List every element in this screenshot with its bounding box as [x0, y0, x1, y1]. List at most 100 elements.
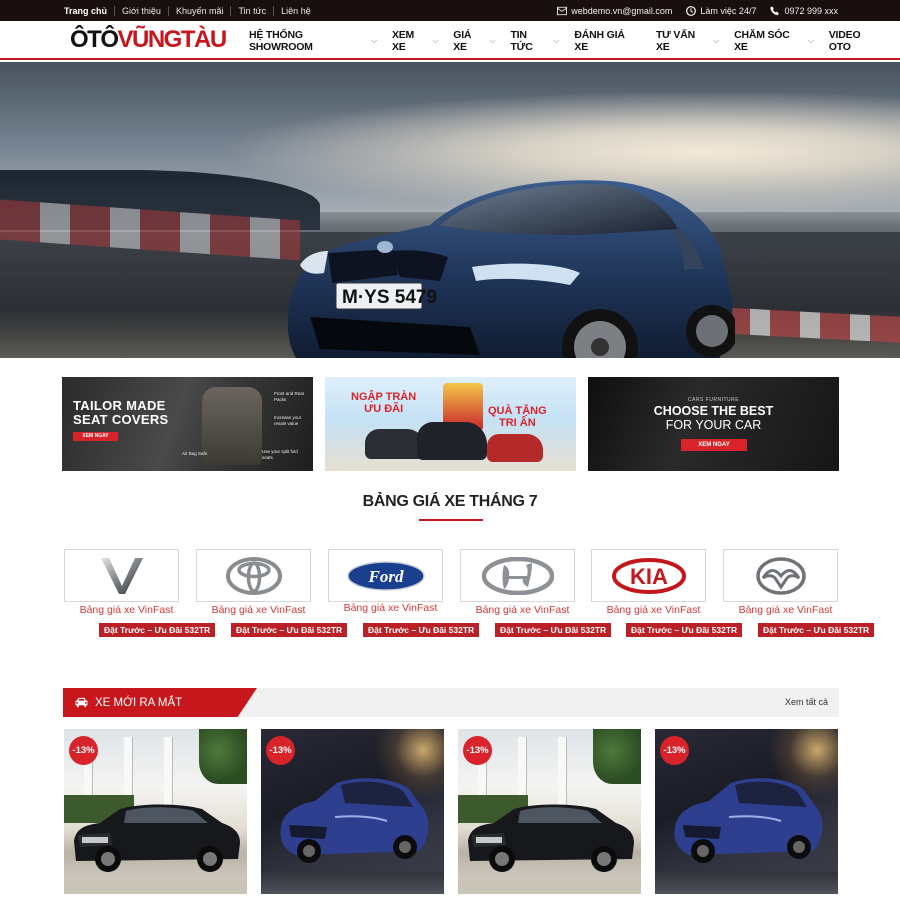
top-link-promo[interactable]: Khuyến mãi — [167, 5, 231, 16]
nav-news[interactable]: TIN TỨC ⌵ — [510, 29, 559, 53]
top-link-contact[interactable]: Liên hệ — [273, 5, 318, 16]
mazda-logo — [755, 556, 806, 595]
car-card-3[interactable]: -13% — [458, 729, 641, 894]
nav-care[interactable]: CHĂM SÓC XE ⌵ — [734, 29, 814, 53]
kia-logo: KIA — [611, 557, 686, 594]
nav-reviews-label: ĐÁNH GIÁ XE — [574, 28, 625, 53]
brand-tag[interactable]: Đặt Trước – Ưu Đãi 532TR — [758, 623, 875, 637]
chevron-down-icon: ⌵ — [713, 35, 720, 45]
car-card-2[interactable]: -13% — [261, 729, 444, 894]
brand-logo-box[interactable]: Ford — [328, 549, 443, 602]
discount-badge: -13% — [660, 736, 689, 765]
tree — [593, 729, 641, 784]
price-section-title: BẢNG GIÁ XE THÁNG 7 — [362, 493, 538, 510]
brand-card-ford[interactable]: Ford Bảng giá xe VinFast Đặt Trước – Ưu … — [328, 549, 480, 637]
top-link-news[interactable]: Tin tức — [230, 5, 273, 16]
nav-showroom-label: HỆ THỐNG SHOWROOM — [249, 28, 313, 53]
brand-tag[interactable]: Đặt Trước – Ưu Đãi 532TR — [626, 623, 743, 637]
nav-advice[interactable]: TƯ VẤN XE ⌵ — [656, 29, 719, 53]
toyota-logo — [225, 556, 282, 595]
logo-part1: ÔTÔ — [70, 26, 119, 53]
brand-card-hyundai[interactable]: Bảng giá xe VinFast Đặt Trước – Ưu Đãi 5… — [460, 549, 612, 637]
top-link-home[interactable]: Trang chủ — [57, 6, 114, 16]
hero-car-image: M·YS 5479 — [287, 180, 735, 358]
banner-seat-covers[interactable]: TAILOR MADE SEAT COVERS XEM NGAY Front a… — [62, 377, 313, 471]
site-logo[interactable]: ÔTÔVŨNGTÀU — [70, 26, 228, 53]
hero-slider[interactable]: M·YS 5479 — [0, 62, 900, 358]
chevron-down-icon: ⌵ — [807, 35, 814, 45]
hyundai-logo — [481, 556, 554, 595]
nav-reviews[interactable]: ĐÁNH GIÁ XE — [574, 29, 641, 53]
top-bar: Trang chủ Giới thiệu Khuyến mãi Tin tức … — [0, 0, 900, 21]
ford-logo-text: Ford — [367, 567, 403, 586]
banner2-line4: TRI ÂN — [499, 417, 536, 429]
banner2-car-2 — [417, 422, 487, 460]
nav-advice-label: TƯ VẤN XE — [655, 28, 695, 53]
nav-prices[interactable]: GIÁ XE ⌵ — [453, 29, 495, 53]
brand-logo-box[interactable] — [723, 549, 838, 602]
main-nav: HỆ THỐNG SHOWROOM ⌵ XEM XE ⌵ GIÁ XE ⌵ TIN T… — [249, 21, 900, 60]
brand-label[interactable]: Bảng giá xe VinFast — [723, 604, 848, 616]
banner1-line1: TAILOR MADE — [73, 398, 166, 413]
nav-showroom[interactable]: HỆ THỐNG SHOWROOM ⌵ — [249, 29, 377, 53]
new-cars-title-text: XE MỚI RA MẮT — [95, 696, 183, 709]
banner1-button[interactable]: XEM NGAY — [73, 432, 118, 441]
discount-badge: -13% — [463, 736, 492, 765]
banner2-line1: NGẬP TRÀN — [351, 391, 417, 403]
banner3-small: CARS FURNITURE — [687, 397, 740, 403]
brand-card-kia[interactable]: KIA Bảng giá xe VinFast Đặt Trước – Ưu Đ… — [591, 549, 743, 637]
car-card-1[interactable]: -13% — [64, 729, 247, 894]
brand-card-mazda[interactable]: Bảng giá xe VinFast Đặt Trước – Ưu Đãi 5… — [723, 549, 875, 637]
car-card-4[interactable]: -13% — [655, 729, 838, 894]
brand-card-toyota[interactable]: Bảng giá xe VinFast Đặt Trước – Ưu Đãi 5… — [196, 549, 348, 637]
banner1-title: TAILOR MADE SEAT COVERS — [73, 399, 169, 427]
blue-sedan-image — [674, 778, 823, 863]
brand-tag[interactable]: Đặt Trước – Ưu Đãi 532TR — [99, 623, 216, 637]
brand-card-vinfast[interactable]: Bảng giá xe VinFast Đặt Trước – Ưu Đãi 5… — [64, 549, 216, 637]
chevron-down-icon: ⌵ — [432, 35, 439, 45]
see-all-link[interactable]: Xem tất cả — [785, 697, 828, 707]
nav-news-label: TIN TỨC — [510, 28, 533, 53]
banner3-line2: FOR YOUR CAR — [665, 418, 762, 432]
discount-badge: -13% — [69, 736, 98, 765]
brand-tag[interactable]: Đặt Trước – Ưu Đãi 532TR — [231, 623, 348, 637]
brand-label[interactable]: Bảng giá xe VinFast — [64, 604, 189, 616]
title-underline — [419, 519, 483, 521]
kia-logo-text: KIA — [630, 564, 668, 589]
banner2-line3: QUÀ TẶNG — [488, 405, 547, 417]
banner-car-furniture[interactable]: CARS FURNITURE CHOOSE THE BEST FOR YOUR … — [588, 377, 839, 471]
brand-logo-box[interactable] — [64, 549, 179, 602]
brand-tag[interactable]: Đặt Trước – Ưu Đãi 532TR — [495, 623, 612, 637]
brand-label[interactable]: Bảng giá xe VinFast — [591, 604, 716, 616]
blue-sedan-image — [280, 778, 429, 863]
brand-label[interactable]: Bảng giá xe VinFast — [460, 604, 585, 616]
top-link-about[interactable]: Giới thiệu — [114, 5, 168, 16]
banner3-line1: CHOOSE THE BEST — [653, 404, 774, 418]
hours-info: Làm việc 24/7 — [686, 6, 756, 16]
brand-label[interactable]: Bảng giá xe VinFast — [196, 604, 321, 616]
brand-tag[interactable]: Đặt Trước – Ưu Đãi 532TR — [363, 623, 480, 637]
nav-view-cars-label: XEM XE — [391, 28, 415, 53]
nav-view-cars[interactable]: XEM XE ⌵ — [392, 29, 438, 53]
banner-promotions[interactable]: NGẬP TRÀN ƯU ĐÃI QUÀ TẶNG TRI ÂN — [325, 377, 576, 471]
chevron-down-icon: ⌵ — [489, 35, 496, 45]
ground — [458, 880, 641, 894]
header: ÔTÔVŨNGTÀU HỆ THỐNG SHOWROOM ⌵ XEM XE ⌵ GI… — [0, 21, 900, 60]
brand-label[interactable]: Bảng giá xe VinFast — [328, 602, 453, 614]
email-info[interactable]: webdemo.vn@gmail.com — [557, 6, 672, 16]
tree — [199, 729, 247, 784]
brand-logo-box[interactable]: KIA — [591, 549, 706, 602]
hero-plate-text: M·YS 5479 — [342, 287, 437, 308]
phone-info[interactable]: 0972 999 xxx — [770, 6, 838, 16]
logo-part2: VŨNGTÀU — [117, 26, 228, 53]
banner3-button[interactable]: XEM NGAY — [681, 439, 747, 451]
chevron-down-icon: ⌵ — [553, 35, 560, 45]
brand-logo-box[interactable] — [460, 549, 575, 602]
nav-video[interactable]: VIDEO OTO — [829, 29, 885, 53]
brand-logo-box[interactable] — [196, 549, 311, 602]
black-suv-image — [468, 804, 634, 872]
banner2-line2: ƯU ĐÃI — [364, 403, 404, 415]
discount-badge: -13% — [266, 736, 295, 765]
banner1-note-4: Use your split fold seats — [262, 449, 298, 460]
nav-video-label: VIDEO OTO — [828, 28, 861, 53]
